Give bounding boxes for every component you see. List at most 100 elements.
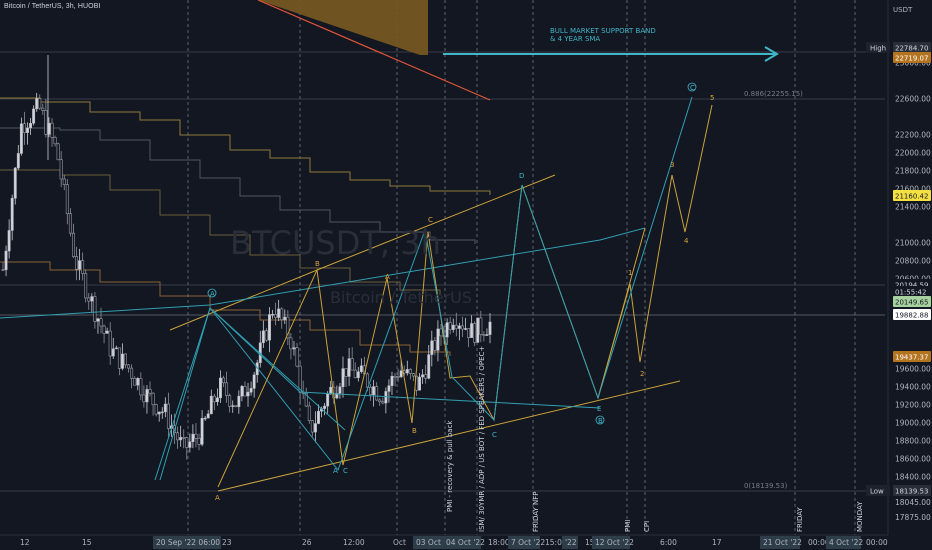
x-tick-6: 18:00: [488, 538, 510, 547]
candle-body-28: [87, 297, 91, 302]
x-tick-1: 15: [82, 538, 92, 547]
candle-body-20: [62, 178, 66, 185]
candle-body-71: [219, 377, 222, 399]
candle-body-45: [139, 378, 143, 396]
candle-body-154: [473, 323, 477, 343]
price-axis: USDT23000.0022600.0022200.0022000.002180…: [866, 0, 932, 550]
y-tick-19: 17875.00: [895, 513, 931, 522]
candle-body-103: [317, 410, 320, 424]
candle-body-51: [157, 411, 161, 415]
candle-body-126: [387, 385, 391, 392]
wave-label-orange-2: A: [385, 273, 390, 281]
candle-body-24: [75, 256, 78, 270]
horizontal-levels: 0.886(22255.15) 0(18139.53): [0, 51, 885, 492]
candle-body-123: [378, 399, 382, 403]
candle-body-27: [84, 273, 88, 299]
badge-green: 20149.65: [895, 299, 928, 307]
candle-body-23: [71, 232, 75, 257]
circled-label-2: C: [690, 84, 695, 92]
bull-band-label: BULL MARKET SUPPORT BAND: [550, 27, 656, 35]
candle-body-94: [289, 337, 293, 350]
candle-body-140: [430, 340, 434, 355]
x-highlight-4: '22: [565, 538, 577, 547]
candle-body-141: [433, 340, 437, 351]
candle-body-33: [102, 325, 106, 334]
candle-body-22: [68, 213, 72, 234]
x-tick-4: 12:00: [343, 538, 365, 547]
badge-orange2: 19437.37: [895, 354, 928, 362]
wave-label-orange-7: 3: [670, 161, 674, 169]
wave-label-orange-5: 1: [628, 269, 632, 277]
candle-body-134: [411, 373, 415, 377]
y-tick-7: 21000.00: [895, 239, 931, 248]
candle-body-106: [326, 393, 330, 407]
candle-body-37: [114, 347, 118, 350]
price-chart[interactable]: 0.886(22255.15) 0(18139.53) BULL MARKET S…: [0, 0, 932, 550]
candle-body-138: [424, 374, 428, 379]
wave-label-teal-1: C: [343, 467, 348, 475]
candle-body-13: [41, 107, 45, 111]
candle-body-88: [271, 314, 274, 316]
y-tick-12: 19400.00: [895, 383, 931, 392]
circled-label-1: B: [598, 417, 603, 425]
x-tick-5: Oct: [393, 538, 406, 547]
candle-body-79: [243, 386, 247, 397]
candle-body-75: [231, 405, 235, 407]
candle-body-16: [50, 122, 54, 138]
candle-body-132: [405, 369, 409, 374]
candle-body-58: [179, 437, 183, 441]
candle-body-69: [212, 395, 216, 403]
candle-body-63: [194, 433, 198, 439]
candle-body-17: [53, 137, 57, 145]
y-tick-1: 22600.00: [895, 95, 931, 104]
candle-body-129: [396, 376, 400, 378]
y-tick-8: 20800.00: [895, 257, 931, 266]
orange-zone: [258, 0, 428, 55]
candle-body-96: [295, 347, 299, 367]
candle-body-137: [421, 374, 425, 378]
price-axis-unit: USDT: [893, 6, 913, 14]
candle-body-64: [197, 437, 201, 445]
fib-top-label: 0.886(22255.15): [744, 90, 803, 98]
candle-body-54: [166, 403, 170, 429]
candle-body-150: [460, 325, 464, 330]
candle-body-3: [10, 197, 14, 231]
candle-body-124: [381, 401, 385, 404]
x-tick-3: 26: [302, 538, 312, 547]
candle-body-31: [96, 318, 100, 322]
candle-body-61: [188, 441, 192, 448]
orange-wave-2: [597, 104, 713, 399]
candle-body-50: [154, 404, 158, 415]
ma-orange-1: [0, 97, 491, 195]
candle-body-42: [130, 367, 134, 379]
vertical-dashed-lines: [187, 0, 856, 535]
event-label-0: PMI - recovery & pull back: [446, 420, 454, 512]
x-tick-10: 17: [712, 538, 722, 547]
candle-body-8: [26, 127, 29, 133]
candle-body-72: [222, 377, 225, 384]
candle-body-120: [369, 386, 372, 395]
candle-body-113: [347, 358, 351, 377]
candle-body-57: [176, 432, 180, 441]
candle-body-2: [7, 230, 11, 252]
candle-body-67: [206, 413, 210, 419]
candle-body-127: [390, 375, 394, 386]
x-highlight-7: 4 Oct '22: [829, 538, 863, 547]
candle-body-147: [451, 324, 455, 330]
candle-body-66: [203, 417, 207, 420]
candle-body-14: [44, 110, 48, 135]
candle-body-143: [439, 328, 443, 337]
candle-body-32: [99, 318, 103, 327]
candle-body-91: [280, 308, 284, 321]
x-highlight-0: 20 Sep '22 06:00: [156, 538, 220, 547]
y-tick-13: 19200.00: [895, 401, 931, 410]
wave-label-teal-4: C: [492, 431, 497, 439]
x-highlight-3: 7 Oct '22: [511, 538, 545, 547]
wave-label-teal-0: A: [333, 467, 338, 475]
candle-body-48: [148, 389, 152, 394]
y-tick-17: 18400.00: [895, 473, 931, 482]
x-highlight-1: 03 Oct ': [416, 538, 445, 547]
candle-body-59: [182, 437, 186, 439]
candle-body-76: [234, 405, 238, 408]
candle-body-152: [467, 328, 471, 338]
